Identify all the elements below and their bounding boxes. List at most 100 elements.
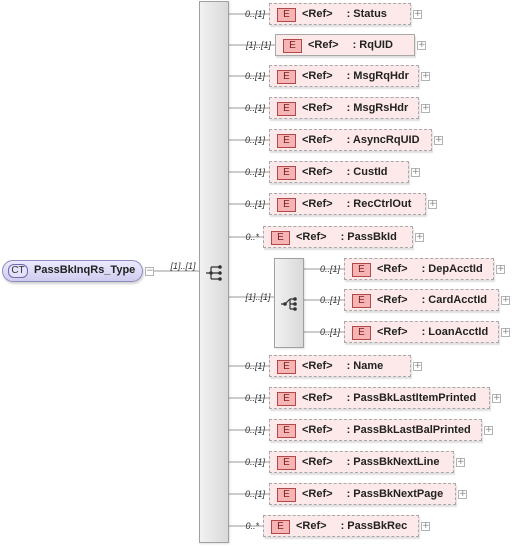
seq-item-element[interactable]: E <Ref> : PassBkId: [263, 226, 413, 248]
ref-tag: <Ref>: [302, 166, 333, 178]
seq-item-label: <Ref>: CustId: [302, 166, 388, 178]
ref-tag: <Ref>: [302, 392, 333, 404]
ref-tag: <Ref>: [302, 70, 333, 82]
element-name: : LoanAcctId: [421, 326, 489, 338]
seq-item-cardinality: 0..[1]: [244, 393, 265, 403]
ref-tag: <Ref>: [377, 294, 408, 306]
ref-tag: <Ref>: [296, 520, 327, 532]
seq-item-element[interactable]: E <Ref>: MsgRsHdr: [269, 97, 419, 119]
seq-item-expand-toggle[interactable]: +: [421, 72, 430, 81]
element-badge: E: [277, 8, 296, 22]
seq-item-expand-toggle[interactable]: +: [413, 362, 422, 371]
ref-tag: <Ref>: [302, 360, 333, 372]
element-name: : PassBkId: [340, 231, 397, 243]
choice-item-expand-toggle[interactable]: +: [496, 265, 505, 274]
element-name: : DepAcctId: [421, 263, 483, 275]
ref-tag: <Ref>: [377, 326, 408, 338]
element-badge: E: [277, 424, 296, 438]
seq-item-element[interactable]: E <Ref>: RqUID: [275, 34, 415, 56]
seq-item-cardinality: 0..[1]: [244, 361, 265, 371]
seq-item-label: <Ref> : Name: [302, 360, 383, 372]
complex-type-badge: CT: [8, 264, 28, 278]
seq-item-expand-toggle[interactable]: +: [421, 104, 430, 113]
ref-tag: <Ref>: [296, 231, 327, 243]
choice-item-element[interactable]: E <Ref>: DepAcctId: [344, 258, 494, 280]
seq-item-element[interactable]: E <Ref>: Status: [269, 3, 411, 25]
seq-item-expand-toggle[interactable]: +: [417, 41, 426, 50]
seq-item-element[interactable]: E <Ref> : PassBkLastItemPrinted: [269, 387, 490, 409]
element-name: : PassBkLastItemPrinted: [346, 392, 477, 404]
seq-item-cardinality: 0..*: [245, 521, 259, 531]
ref-tag: <Ref>: [302, 424, 333, 436]
element-name: : RecCtrlOut: [346, 198, 412, 210]
seq-item-expand-toggle[interactable]: +: [456, 458, 465, 467]
seq-item-cardinality: 0..*: [245, 232, 259, 242]
seq-item-expand-toggle[interactable]: +: [434, 136, 443, 145]
choice-item-element[interactable]: E <Ref>: LoanAcctId: [344, 321, 499, 343]
seq-item-element[interactable]: E <Ref> : PassBkRec: [263, 515, 419, 537]
choice-item-label: <Ref> : LoanAcctId: [377, 326, 488, 338]
seq-item-element[interactable]: E <Ref> : MsgRqHdr: [269, 65, 419, 87]
seq-item-label: <Ref> : RecCtrlOut: [302, 198, 411, 210]
complex-type-collapse-toggle[interactable]: −: [145, 267, 154, 276]
seq-item-expand-toggle[interactable]: +: [492, 394, 501, 403]
choice-item-expand-toggle[interactable]: +: [501, 296, 510, 305]
seq-item-expand-toggle[interactable]: +: [411, 168, 420, 177]
element-name: : Name: [346, 360, 384, 372]
element-badge: E: [277, 392, 296, 406]
seq-item-label: <Ref> : PassBkNextLine: [302, 456, 440, 468]
element-badge: E: [277, 488, 296, 502]
complex-type-node[interactable]: CT PassBkInqRs_Type: [2, 260, 143, 282]
element-badge: E: [277, 134, 296, 148]
seq-item-element[interactable]: E <Ref> : RecCtrlOut: [269, 193, 426, 215]
element-badge: E: [277, 360, 296, 374]
choice-item-expand-toggle[interactable]: +: [501, 328, 510, 337]
seq-item-element[interactable]: E <Ref>: CustId: [269, 161, 409, 183]
seq-item-element[interactable]: E <Ref>: PassBkLastBalPrinted: [269, 419, 482, 441]
ref-tag: <Ref>: [377, 263, 408, 275]
seq-item-element[interactable]: E <Ref>: AsyncRqUID: [269, 129, 432, 151]
seq-item-expand-toggle[interactable]: +: [421, 522, 430, 531]
element-name: : PassBkRec: [340, 520, 408, 532]
element-name: : RqUID: [352, 39, 393, 51]
sequence-compositor[interactable]: [199, 1, 229, 543]
choice-item-label: <Ref>: CardAcctId: [377, 294, 487, 306]
ref-tag: <Ref>: [302, 456, 333, 468]
seq-item-expand-toggle[interactable]: +: [413, 10, 422, 19]
element-name: : PassBkNextLine: [346, 456, 440, 468]
seq-item-element[interactable]: E <Ref>: PassBkNextPage: [269, 483, 456, 505]
element-badge: E: [271, 231, 290, 245]
seq-item-label: <Ref>: PassBkNextPage: [302, 488, 443, 500]
element-name: : MsgRqHdr: [346, 70, 409, 82]
seq-item-label: <Ref> : PassBkId: [296, 231, 397, 243]
element-badge: E: [277, 70, 296, 84]
seq-item-cardinality: 0..[1]: [244, 71, 265, 81]
element-badge: E: [271, 520, 290, 534]
sequence-icon: [206, 265, 222, 281]
seq-item-cardinality: 0..[1]: [244, 167, 265, 177]
choice-item-cardinality: 0..[1]: [319, 295, 340, 305]
seq-item-element[interactable]: E <Ref> : Name: [269, 355, 411, 377]
seq-item-element[interactable]: E <Ref>: PassBkNextLine: [269, 451, 454, 473]
choice-compositor[interactable]: [274, 258, 304, 348]
element-badge: E: [283, 39, 302, 53]
seq-item-label: <Ref> : PassBkLastItemPrinted: [302, 392, 476, 404]
seq-item-expand-toggle[interactable]: +: [484, 426, 493, 435]
ref-tag: <Ref>: [302, 488, 333, 500]
element-badge: E: [277, 102, 296, 116]
seq-item-expand-toggle[interactable]: +: [428, 200, 437, 209]
seq-item-label: <Ref>: RqUID: [308, 39, 393, 51]
seq-item-cardinality: 0..[1]: [244, 425, 265, 435]
ref-tag: <Ref>: [302, 134, 333, 146]
seq-item-cardinality: 0..[1]: [244, 9, 265, 19]
seq-item-cardinality: 0..[1]: [244, 199, 265, 209]
seq-item-cardinality: 0..[1]: [244, 489, 265, 499]
seq-item-label: <Ref> : PassBkRec: [296, 520, 407, 532]
element-name: : MsgRsHdr: [346, 102, 409, 114]
element-badge: E: [277, 198, 296, 212]
choice-item-element[interactable]: E <Ref>: CardAcctId: [344, 289, 499, 311]
seq-item-expand-toggle[interactable]: +: [415, 233, 424, 242]
ref-tag: <Ref>: [302, 198, 333, 210]
seq-item-cardinality: 0..[1]: [244, 103, 265, 113]
seq-item-expand-toggle[interactable]: +: [458, 490, 467, 499]
